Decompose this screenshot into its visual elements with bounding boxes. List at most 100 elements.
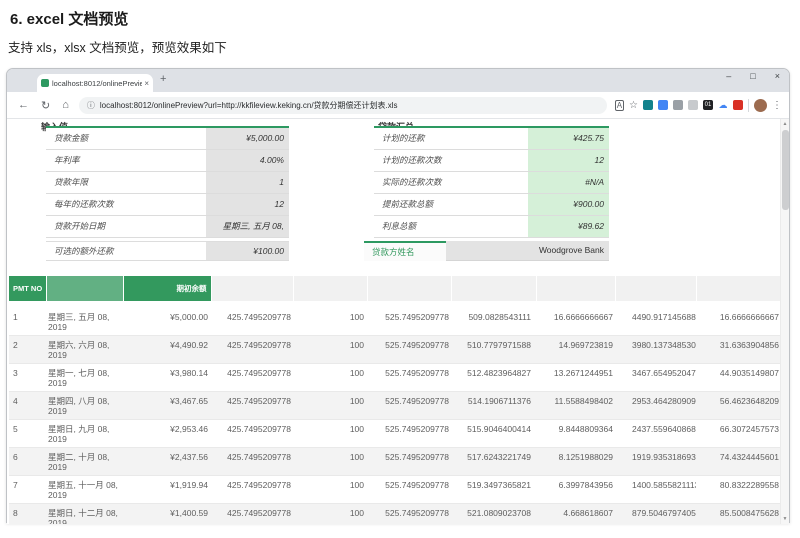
window-maximize-button[interactable]: □ [750, 71, 755, 81]
kv-label: 利息总额 [382, 221, 417, 231]
kv-value: 12 [206, 194, 289, 215]
vertical-scrollbar[interactable]: ▲ ▼ [780, 119, 789, 524]
cloud-ext-icon[interactable]: ☁ [718, 100, 728, 110]
schedule-header-cell [451, 276, 537, 308]
schedule-cell: 6 [9, 447, 46, 476]
schedule-cell: 8.1251988029 [536, 447, 615, 476]
kv-value: #N/A [528, 172, 609, 193]
kv-label: 贷款年限 [54, 177, 89, 187]
bookmark-star-icon[interactable]: ☆ [629, 100, 638, 111]
scroll-up-icon[interactable]: ▲ [781, 121, 789, 127]
schedule-cell: 星期日, 十二月 08, 2019 [46, 503, 123, 524]
schedule-cell: 13.2671244951 [536, 363, 615, 392]
shield-ext-icon[interactable] [643, 100, 653, 110]
schedule-cell: 44.9035149807 [696, 363, 781, 392]
red-ext-icon[interactable] [733, 100, 743, 110]
kv-label: 计划的还款 [382, 133, 425, 143]
browser-menu-icon[interactable]: ⋮ [772, 100, 782, 111]
schedule-cell: 100 [293, 335, 367, 364]
schedule-cell: 3980.1373485301 [615, 335, 696, 364]
home-icon[interactable]: ⌂ [62, 99, 69, 111]
schedule-cell: ¥1,400.59 [123, 503, 211, 524]
schedule-cell: 525.7495209778 [367, 391, 451, 420]
schedule-cell: ¥4,490.92 [123, 335, 211, 364]
schedule-cell: 425.7495209778 [211, 503, 293, 524]
kv-value: 12 [528, 150, 609, 171]
kv-value: ¥425.75 [528, 128, 609, 149]
profile-avatar[interactable] [754, 98, 767, 112]
schedule-row: 1 星期三, 五月 08, 2019 ¥5,000.00 425.7495209778… [9, 304, 781, 336]
schedule-cell: 425.7495209778 [211, 475, 293, 504]
schedule-cell: 星期六, 六月 08, 2019 [46, 335, 123, 364]
schedule-cell: 514.1906711376 [451, 391, 536, 420]
scrollbar-thumb[interactable] [782, 130, 789, 210]
page-info-icon[interactable]: ⓘ [87, 100, 95, 111]
schedule-cell: 56.4623648209 [696, 391, 781, 420]
schedule-cell: 515.9046400414 [451, 419, 536, 448]
schedule-cell: 525.7495209778 [367, 475, 451, 504]
address-bar[interactable]: ⓘ localhost:8012/onlinePreview?url=http:… [78, 96, 607, 114]
kv-row: 贷款金额 ¥5,000.00 [46, 128, 289, 150]
schedule-cell: 66.3072457573 [696, 419, 781, 448]
reload-icon[interactable]: ↻ [41, 99, 50, 112]
translate-icon[interactable]: A [614, 99, 625, 111]
schedule-header-cell: PMT NO [9, 276, 47, 308]
schedule-cell: 100 [293, 363, 367, 392]
schedule-cell: 80.8322289558 [696, 475, 781, 504]
browser-toolbar: ← ↻ ⌂ ⓘ localhost:8012/onlinePreview?url… [7, 92, 789, 119]
schedule-row: 4 星期四, 八月 08, 2019 ¥3,467.65 425.7495209778… [9, 391, 781, 420]
tab-close-icon[interactable]: × [144, 79, 149, 88]
schedule-header-cell [536, 276, 616, 308]
page-title: 6. excel 文档预览 [10, 11, 129, 28]
schedule-cell: 521.0809023708 [451, 503, 536, 524]
kv-row: 贷款开始日期 星期三, 五月 08, 2019 [46, 216, 289, 252]
scroll-down-icon[interactable]: ▼ [781, 516, 789, 522]
schedule-cell: 3467.6549520474 [615, 363, 696, 392]
toolbar-separator [748, 98, 749, 112]
schedule-cell: 星期三, 五月 08, 2019 [46, 304, 123, 336]
toolbar-icons: A ☆ 01 ☁ ⋮ [614, 98, 782, 112]
kv-value: ¥89.62 [528, 216, 609, 237]
schedule-cell: 879.5046797405 [615, 503, 696, 524]
kv-row: 利息总额 ¥89.62 [374, 216, 609, 238]
schedule-row: 2 星期六, 六月 08, 2019 ¥4,490.92 425.7495209778… [9, 335, 781, 364]
kv-value: ¥5,000.00 [206, 128, 289, 149]
schedule-cell: ¥1,919.94 [123, 475, 211, 504]
kv-row: 提前还款总额 ¥900.00 [374, 194, 609, 216]
kv-row: 每年的还款次数 12 [46, 194, 289, 216]
schedule-cell: 425.7495209778 [211, 304, 293, 336]
extra-payment-label: 可选的额外还款 [54, 246, 114, 256]
schedule-cell: ¥5,000.00 [123, 304, 211, 336]
schedule-cell: 4 [9, 391, 46, 420]
kv-label: 每年的还款次数 [54, 199, 114, 209]
schedule-cell: 11.5588498402 [536, 391, 615, 420]
schedule-cell: 8 [9, 503, 46, 524]
back-icon[interactable]: ← [18, 99, 29, 111]
schedule-header-cell [46, 276, 124, 308]
url-text: localhost:8012/onlinePreview?url=http://… [99, 100, 398, 110]
window-close-button[interactable]: × [775, 71, 780, 81]
kv-label: 实际的还款次数 [382, 177, 442, 187]
schedule-cell: 425.7495209778 [211, 419, 293, 448]
lender-row: 贷款方姓名 Woodgrove Bank [364, 241, 609, 261]
badge-01-icon[interactable]: 01 [703, 100, 713, 110]
kv-row: 计划的还款次数 12 [374, 150, 609, 172]
kv-label: 年利率 [54, 155, 80, 165]
schedule-cell: 31.6363904856 [696, 335, 781, 364]
schedule-cell: 525.7495209778 [367, 419, 451, 448]
amortization-schedule-table: PMT NO 期初余额 1 星期三, 五月 08, 2019 ¥5,000.00 425… [9, 276, 782, 524]
circle-ext-icon[interactable] [673, 100, 683, 110]
lender-label: 贷款方姓名 [364, 241, 446, 261]
schedule-cell: ¥2,953.46 [123, 419, 211, 448]
schedule-cell: 100 [293, 447, 367, 476]
lender-value: Woodgrove Bank [446, 241, 609, 261]
schedule-cell: 100 [293, 391, 367, 420]
browser-tab[interactable]: localhost:8012/onlinePreview × [37, 74, 153, 92]
new-tab-button[interactable]: + [160, 73, 166, 85]
schedule-cell: 512.4823964827 [451, 363, 536, 392]
schedule-cell: 14.969723819 [536, 335, 615, 364]
schedule-cell: 425.7495209778 [211, 363, 293, 392]
window-minimize-button[interactable]: – [726, 71, 731, 81]
pin-ext-icon[interactable] [688, 100, 698, 110]
docs-ext-icon[interactable] [658, 100, 668, 110]
